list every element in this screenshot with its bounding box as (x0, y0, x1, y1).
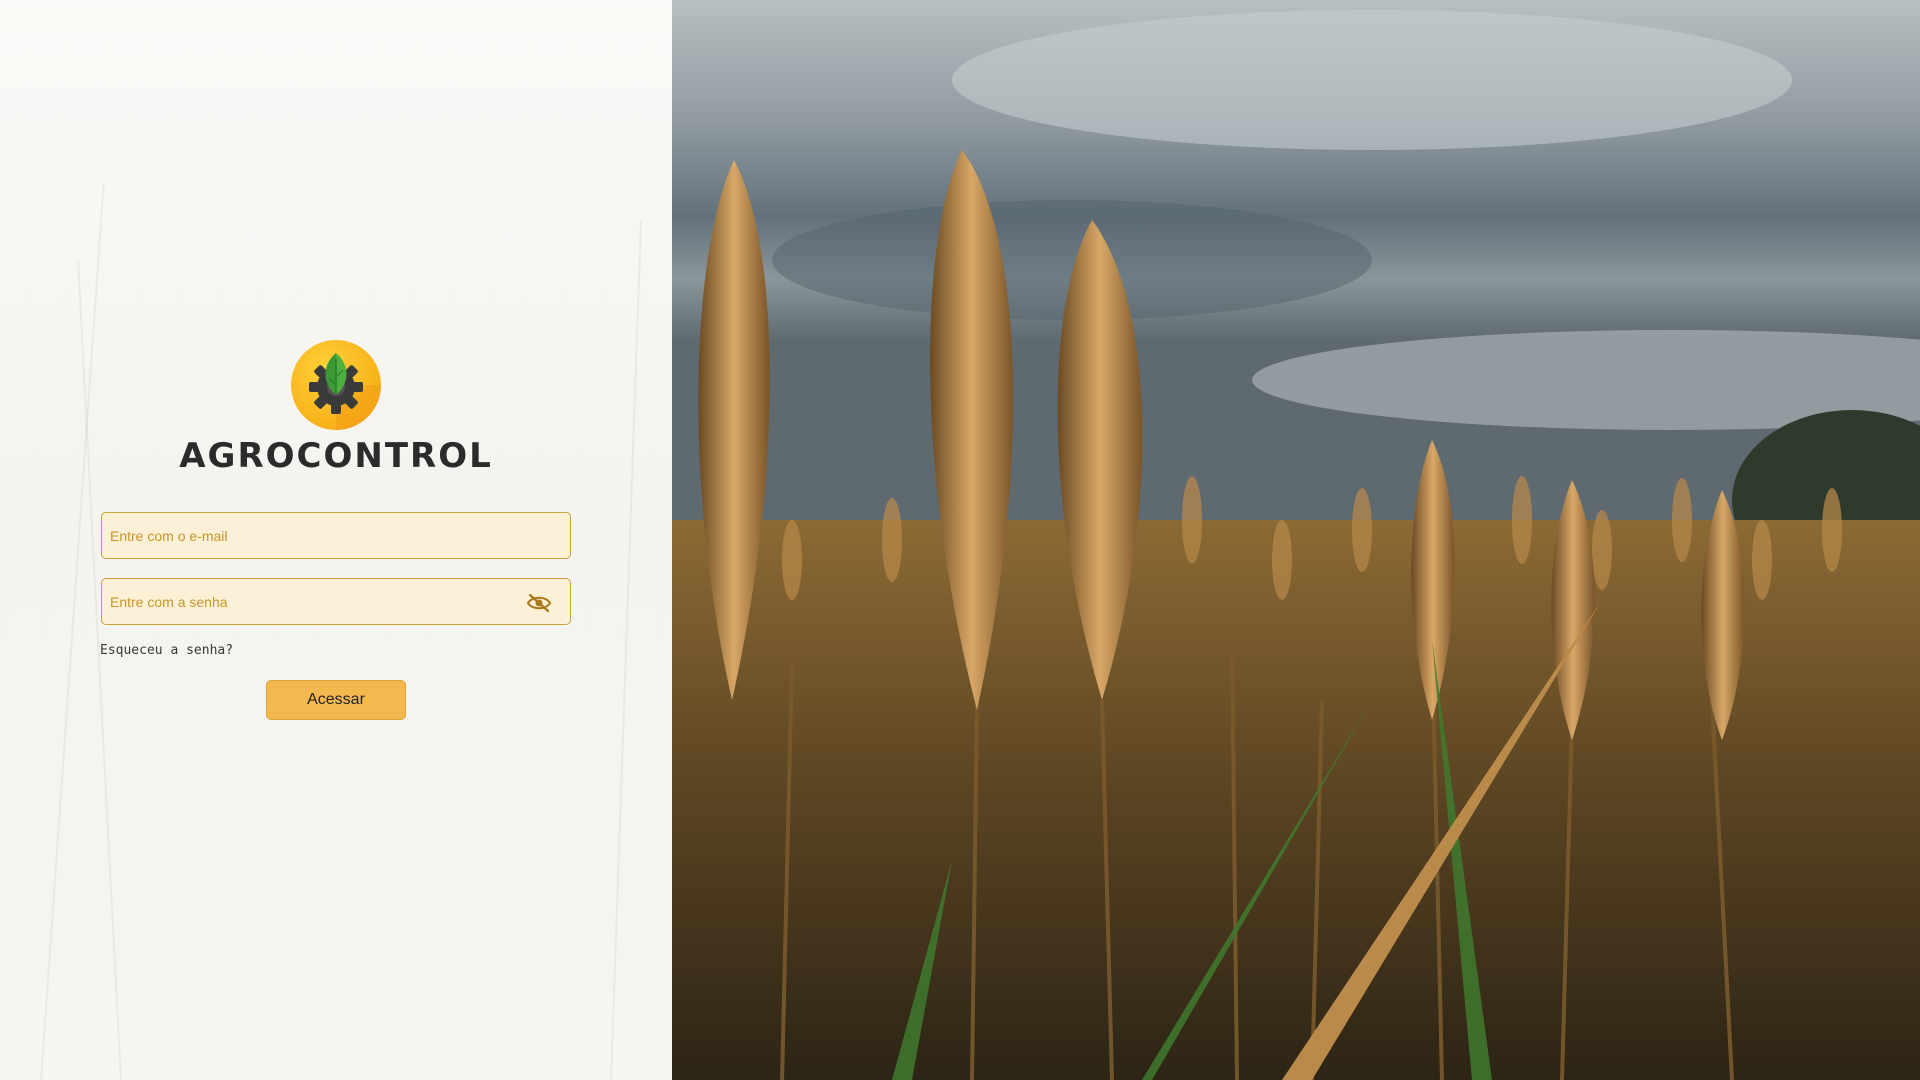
password-field[interactable] (101, 578, 571, 625)
login-form: AGROCONTROL Esqueceu a senha? Acessar (100, 340, 572, 720)
eye-slash-icon[interactable] (526, 593, 552, 613)
login-panel: AGROCONTROL Esqueceu a senha? Acessar (0, 0, 672, 1080)
background-stalk (40, 182, 105, 1080)
wheat-field-illustration (672, 0, 1920, 1080)
background-stalk (610, 220, 643, 1080)
email-field[interactable] (101, 512, 571, 559)
leaf-gear-icon (291, 340, 381, 430)
login-page: AGROCONTROL Esqueceu a senha? Acessar (0, 0, 1920, 1080)
forgot-password-link[interactable]: Esqueceu a senha? (100, 643, 233, 658)
brand-name: AGROCONTROL (179, 436, 493, 476)
email-input[interactable] (102, 513, 570, 558)
password-input[interactable] (102, 579, 570, 624)
wheat-field-photo (672, 0, 1920, 1080)
access-button[interactable]: Acessar (266, 680, 406, 720)
